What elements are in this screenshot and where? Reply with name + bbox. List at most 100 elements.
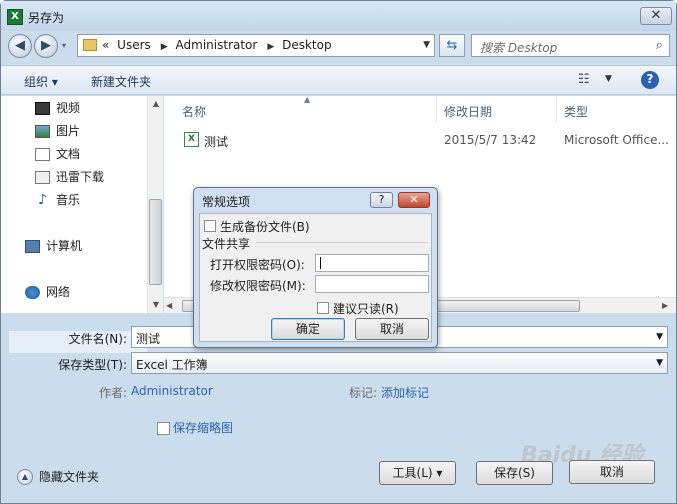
breadcrumb-overflow[interactable]: « (102, 38, 109, 52)
recent-locations-dropdown[interactable]: ▾ (62, 41, 66, 50)
modify-password-label: 修改权限密码(M): (210, 279, 306, 293)
excel-file-icon: X (184, 132, 199, 147)
sidebar-item-label: 计算机 (46, 239, 83, 253)
search-input[interactable]: 搜索 Desktop (480, 39, 557, 56)
sidebar-item-label: 图片 (56, 124, 81, 138)
open-password-label: 打开权限密码(O): (210, 258, 305, 272)
sidebar-item-label: 文档 (56, 147, 81, 161)
address-bar[interactable]: « Users ▶ Administrator ▶ Desktop ▼ (77, 34, 435, 57)
tags-field[interactable]: 添加标记 (381, 384, 429, 401)
sidebar-item-label: 音乐 (56, 193, 81, 207)
filename-label: 文件名(N): (68, 332, 127, 346)
savetype-label: 保存类型(T): (58, 358, 127, 372)
folder-icon (83, 39, 97, 51)
ok-button[interactable]: 确定 (271, 318, 345, 340)
readonly-checkbox[interactable] (317, 302, 329, 314)
dialog-cancel-button[interactable]: 取消 (355, 318, 429, 340)
tags-label: 标记: (349, 386, 378, 400)
sidebar-item-label: 网络 (46, 285, 71, 299)
sidebar-item-label: 视频 (56, 101, 81, 115)
scrollbar-thumb[interactable] (149, 199, 162, 285)
dialog-help-button[interactable]: ? (370, 192, 393, 208)
sidebar-item-label: 迅雷下载 (56, 170, 105, 184)
scroll-left-icon[interactable]: ◀ (166, 298, 172, 313)
save-thumbnail-label[interactable]: 保存缩略图 (173, 419, 233, 436)
command-bar: 组织 ▾ 新建文件夹 ☷ ▼ ? (1, 65, 676, 95)
sidebar-scrollbar[interactable]: ▲ ▼ (147, 96, 163, 313)
help-icon[interactable]: ? (641, 71, 659, 89)
file-row[interactable]: X 测试 2015/5/7 13:42 Microsoft Office... (164, 130, 676, 150)
breadcrumb-desktop[interactable]: Desktop (282, 38, 332, 52)
scroll-up-icon[interactable]: ▲ (148, 96, 164, 112)
new-folder-button[interactable]: 新建文件夹 (91, 73, 151, 90)
dialog-title: 常规选项 (202, 195, 251, 209)
column-divider[interactable] (556, 96, 557, 122)
organize-menu[interactable]: 组织 ▾ (24, 73, 58, 90)
dialog-body: 生成备份文件(B) 文件共享 打开权限密码(O): 修改权限密码(M): 建议只… (199, 213, 432, 342)
filename-value[interactable]: 测试 (136, 330, 160, 347)
refresh-button[interactable]: ⇆ (439, 34, 465, 57)
view-options-icon[interactable]: ☷ (578, 72, 590, 87)
general-options-dialog: 常规选项 ? ✕ 生成备份文件(B) 文件共享 打开权限密码(O): 修改权限密… (193, 187, 438, 348)
author-label: 作者: (99, 386, 128, 400)
navigation-pane: 视频 图片 文档 迅雷下载 ♪ 音乐 计算机 网络 ▲ ▼ (1, 96, 163, 353)
sidebar-item-videos[interactable]: 视频 (35, 98, 80, 118)
save-thumbnail-checkbox[interactable] (157, 422, 170, 435)
sidebar-item-music[interactable]: ♪ 音乐 (35, 190, 80, 210)
chevron-right-icon[interactable]: ▶ (267, 42, 274, 52)
readonly-label[interactable]: 建议只读(R) (333, 300, 399, 317)
download-icon (35, 170, 50, 184)
video-icon (35, 101, 50, 115)
scroll-right-icon[interactable]: ▶ (662, 298, 668, 313)
navigation-bar: ◀ ▶ ▾ « Users ▶ Administrator ▶ Desktop ▼ … (1, 31, 676, 63)
modify-password-input[interactable] (315, 275, 429, 293)
breadcrumb: « Users ▶ Administrator ▶ Desktop (102, 38, 336, 52)
sidebar-item-network[interactable]: 网络 (25, 282, 70, 302)
chevron-down-icon[interactable]: ▼ (423, 40, 430, 50)
computer-icon (25, 239, 40, 253)
save-as-window: X 另存为 ✕ ◀ ▶ ▾ « Users ▶ Administrator ▶ De… (0, 0, 677, 504)
scroll-down-icon[interactable]: ▼ (148, 297, 164, 313)
text-caret (320, 257, 321, 269)
dialog-close-button[interactable]: ✕ (398, 192, 430, 208)
search-box[interactable]: 搜索 Desktop ⌕ (471, 34, 670, 57)
window-title: 另存为 (28, 11, 65, 25)
back-button[interactable]: ◀ (8, 34, 32, 58)
backup-label[interactable]: 生成备份文件(B) (220, 218, 310, 235)
save-button[interactable]: 保存(S) (476, 461, 553, 485)
title-bar: X 另存为 ✕ (1, 1, 676, 31)
sort-ascending-icon: ▲ (304, 95, 311, 104)
search-icon[interactable]: ⌕ (656, 38, 663, 53)
hide-folders-button[interactable]: ▲ 隐藏文件夹 (17, 468, 99, 485)
sidebar-item-documents[interactable]: 文档 (35, 144, 80, 164)
chevron-down-icon[interactable]: ▼ (656, 332, 663, 342)
column-header-name[interactable]: 名称 (182, 103, 206, 120)
chevron-down-icon[interactable]: ▼ (656, 358, 663, 368)
chevron-up-icon: ▲ (17, 468, 33, 485)
file-date: 2015/5/7 13:42 (444, 133, 537, 147)
open-password-input[interactable] (315, 254, 429, 272)
chevron-right-icon[interactable]: ▶ (161, 42, 168, 52)
sidebar-item-computer[interactable]: 计算机 (25, 236, 82, 256)
column-header-date[interactable]: 修改日期 (444, 103, 492, 120)
author-field[interactable]: Administrator (131, 384, 213, 398)
network-icon (25, 285, 40, 299)
file-name: 测试 (204, 135, 229, 149)
sidebar-item-downloads[interactable]: 迅雷下载 (35, 167, 104, 187)
forward-button[interactable]: ▶ (34, 34, 58, 58)
documents-icon (35, 147, 50, 161)
file-type: Microsoft Office... (564, 133, 669, 147)
excel-icon: X (7, 9, 23, 25)
breadcrumb-users[interactable]: Users (117, 38, 151, 52)
column-header-type[interactable]: 类型 (564, 103, 588, 120)
cancel-button[interactable]: 取消 (569, 460, 655, 484)
tools-button[interactable]: 工具(L) ▾ (379, 461, 456, 485)
backup-checkbox[interactable] (204, 220, 216, 232)
column-divider[interactable] (436, 96, 437, 122)
hide-folders-label: 隐藏文件夹 (39, 470, 100, 484)
breadcrumb-administrator[interactable]: Administrator (176, 38, 258, 52)
chevron-down-icon[interactable]: ▼ (605, 74, 612, 84)
sidebar-item-pictures[interactable]: 图片 (35, 121, 80, 141)
savetype-select[interactable]: Excel 工作簿 ▼ (131, 352, 668, 374)
close-button[interactable]: ✕ (640, 7, 672, 25)
